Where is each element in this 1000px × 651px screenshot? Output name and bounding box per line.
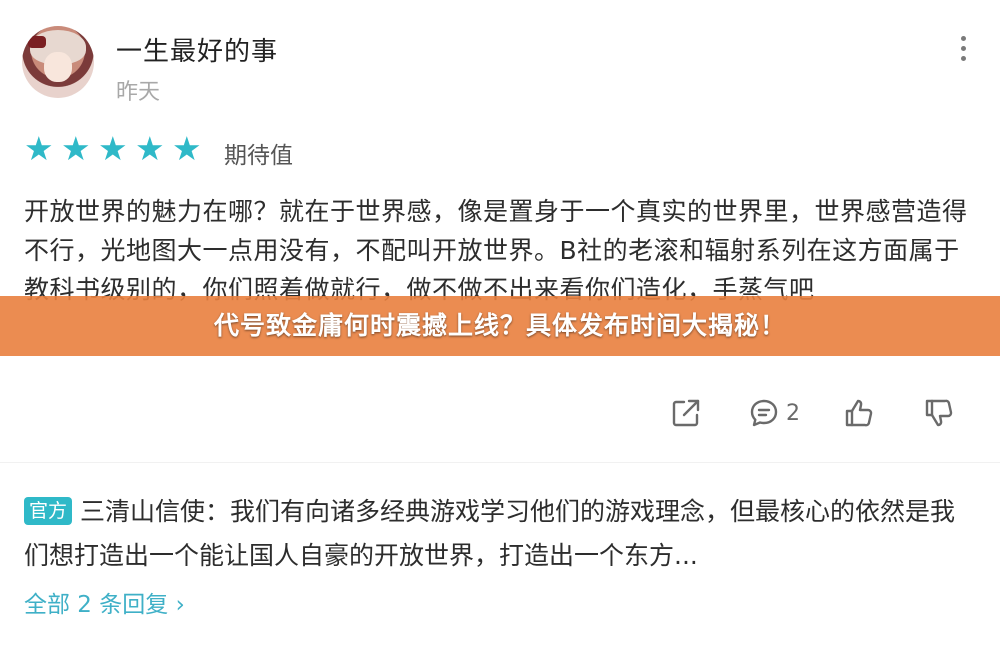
reply-author[interactable]: 三清山信使 [80, 497, 205, 526]
chevron-right-icon: › [168, 592, 185, 618]
star-icon: ★ [135, 129, 165, 168]
comment-count: 2 [786, 400, 800, 426]
star-icon: ★ [172, 129, 202, 168]
avatar-bow [28, 36, 46, 48]
star-icon: ★ [24, 129, 54, 168]
share-button[interactable] [670, 393, 702, 433]
review-card: 一生最好的事 昨天 ★ ★ ★ ★ ★ 期待值 开放世界的魅力在哪？就在于世界感… [0, 0, 1000, 651]
star-icon: ★ [61, 129, 91, 168]
banner-title: 代号致金庸何时震撼上线？具体发布时间大揭秘！ [213, 311, 786, 340]
dislike-button[interactable] [923, 393, 955, 433]
official-reply[interactable]: 官方 三清山信使：我们有向诸多经典游戏学习他们的游戏理念，但最核心的依然是我们想打… [24, 490, 974, 578]
thumbs-up-icon [845, 399, 873, 427]
comment-button[interactable]: 2 [748, 393, 800, 433]
comment-icon [750, 399, 778, 427]
thumbs-down-icon [925, 399, 953, 427]
post-date: 昨天 [116, 80, 161, 105]
share-icon [672, 399, 700, 427]
all-replies-label: 全部 2 条回复 [24, 592, 169, 618]
username[interactable]: 一生最好的事 [116, 31, 278, 68]
official-badge: 官方 [24, 497, 73, 525]
more-icon[interactable] [955, 36, 971, 62]
comment-text: 开放世界的魅力在哪？就在于世界感，像是置身于一个真实的世界里，世界感营造得不行，… [24, 197, 968, 304]
action-bar: 2 [660, 393, 980, 433]
star-icon: ★ [98, 129, 128, 168]
avatar[interactable] [22, 26, 94, 98]
rating-label: 期待值 [224, 143, 293, 169]
divider [0, 462, 1000, 463]
avatar-face [44, 52, 72, 82]
view-all-replies-link[interactable]: 全部 2 条回复 › [24, 585, 185, 619]
star-rating: ★ ★ ★ ★ ★ [24, 129, 202, 168]
like-button[interactable] [843, 393, 875, 433]
